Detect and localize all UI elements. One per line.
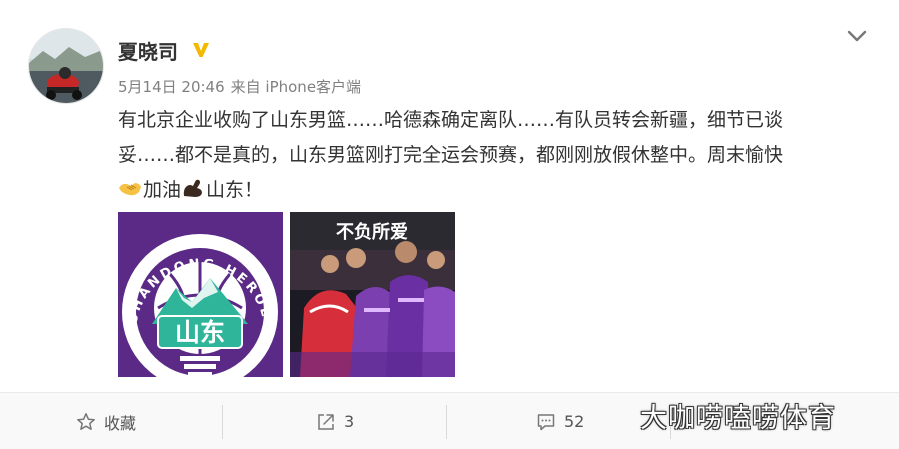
post-date[interactable]: 5月14日 20:46 [118,78,225,96]
post-text-line-3: 加油 山东！ [118,173,866,208]
verified-badge-icon [193,43,209,57]
favorite-label: 收藏 [104,413,137,433]
shandong-heroes-logo-image: 山东 SHANDONG HEROES [118,212,283,377]
comment-icon [537,413,555,430]
author-name[interactable]: 夏晓司 [118,36,178,65]
share-count: 3 [344,412,355,431]
weibo-post-card: 夏晓司 5月14日 20:46 来自 iPhone客户端 有北京企业收购了山东男篮… [0,0,899,449]
action-divider [222,405,223,439]
comment-count: 52 [564,412,585,431]
avatar-image [29,29,103,103]
post-text-shandong: 山东！ [206,179,264,201]
post-body: 有北京企业收购了山东男篮……哈德森确定离队……有队员转会新疆，细节已谈 妥……都… [118,103,866,208]
action-divider [446,405,447,439]
post-image-team-photo[interactable]: 不负所爱 [290,212,455,377]
post-text-cheer: 加油 [143,179,182,201]
share-button[interactable]: 3 [316,393,354,449]
team-photo-image: 不负所爱 [290,212,455,377]
chevron-down-icon[interactable] [846,28,868,44]
post-text-line-2: 妥……都不是真的，山东男篮刚打完全运会预赛，都刚刚放假休整中。周末愉快 [118,144,784,166]
post-action-bar: 收藏 3 52 [0,392,899,449]
action-divider [670,405,671,439]
post-image-team-logo[interactable]: 山东 SHANDONG HEROES [118,212,283,377]
logo-badge-text: 山东 [175,318,225,347]
share-icon [318,413,334,430]
favorite-button[interactable]: 收藏 [76,393,136,449]
thumbs-up-icon [757,413,774,430]
post-source: 来自 iPhone客户端 [230,78,362,96]
post-text-line-1: 有北京企业收购了山东男篮……哈德森确定离队……有队员转会新疆，细节已谈 [118,109,784,131]
like-button[interactable] [756,393,784,449]
handshake-emoji-icon [119,183,141,196]
star-icon [77,412,95,430]
flexed-biceps-emoji-icon [183,179,203,197]
photo-banner-text: 不负所爱 [336,221,408,243]
author-avatar[interactable] [28,28,104,104]
comment-button[interactable]: 52 [536,393,584,449]
post-meta: 5月14日 20:46 来自 iPhone客户端 [118,76,367,97]
